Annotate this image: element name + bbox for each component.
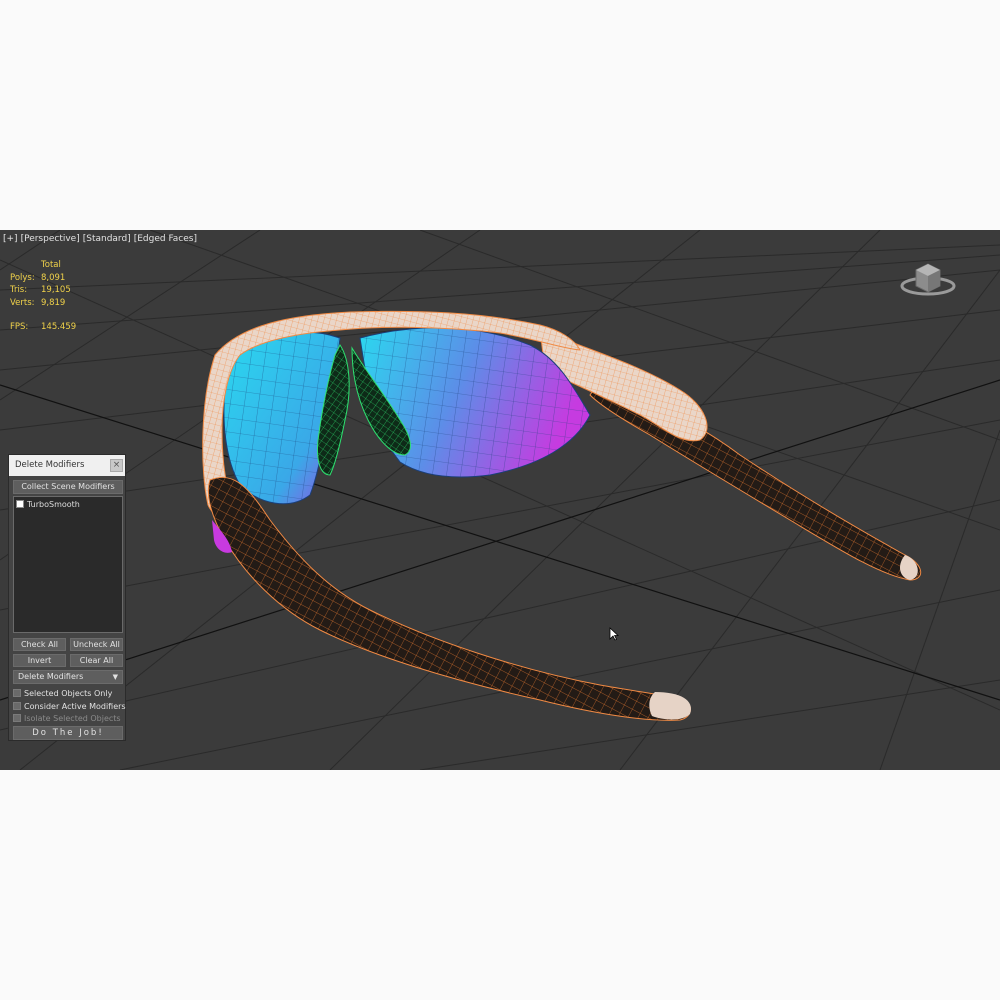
viewport-shading-standard[interactable]: [Standard] xyxy=(83,234,131,244)
option-label: Selected Objects Only xyxy=(24,688,113,698)
mouse-pointer-icon xyxy=(609,627,619,641)
stats-row-tris: Tris: 19,105 xyxy=(10,285,71,295)
option-label: Isolate Selected Objects xyxy=(24,713,121,723)
list-item-turbosmooth[interactable]: TurboSmooth xyxy=(14,498,122,510)
viewcube-icon[interactable] xyxy=(898,256,958,300)
option-label: Consider Active Modifiers xyxy=(24,701,126,711)
option-consider-active-modifiers[interactable]: Consider Active Modifiers xyxy=(13,700,126,712)
left-temple-arm xyxy=(207,476,691,721)
delete-modifiers-panel[interactable]: Delete Modifiers × Collect Scene Modifie… xyxy=(8,454,126,741)
mode-dropdown[interactable]: Delete Modifiers ▼ xyxy=(13,670,123,684)
option-isolate-selected-objects: Isolate Selected Objects xyxy=(13,712,121,724)
stats-row-fps: FPS: 145.459 xyxy=(10,322,77,332)
scene-statistics: Total Polys: 8,091 Tris: 19,105 Verts: 9,81… xyxy=(10,259,76,334)
chevron-down-icon[interactable]: ▼ xyxy=(113,671,118,683)
invert-button[interactable]: Invert xyxy=(13,654,66,667)
clear-all-button[interactable]: Clear All xyxy=(70,654,123,667)
consider-active-modifiers-checkbox[interactable] xyxy=(13,702,21,710)
viewport-view-perspective[interactable]: [Perspective] xyxy=(21,234,80,244)
check-all-button[interactable]: Check All xyxy=(13,638,66,651)
modifier-list[interactable]: TurboSmooth xyxy=(13,496,123,633)
collect-scene-modifiers-button[interactable]: Collect Scene Modifiers xyxy=(13,480,123,494)
selected-objects-only-checkbox[interactable] xyxy=(13,689,21,697)
option-selected-objects-only[interactable]: Selected Objects Only xyxy=(13,687,112,699)
uncheck-all-button[interactable]: Uncheck All xyxy=(70,638,123,651)
mode-dropdown-value: Delete Modifiers xyxy=(18,672,84,681)
list-item-label: TurboSmooth xyxy=(27,499,80,509)
viewport-label[interactable]: [+] [Perspective] [Standard] [Edged Faces] xyxy=(3,234,200,244)
viewport-edged-faces[interactable]: [Edged Faces] xyxy=(134,234,197,244)
bottom-padding xyxy=(0,770,1000,1000)
close-icon[interactable]: × xyxy=(110,459,123,472)
do-the-job-button[interactable]: Do The Job! xyxy=(13,726,123,740)
perspective-viewport[interactable]: [+] [Perspective] [Standard] [Edged Faces] … xyxy=(0,230,1000,770)
isolate-selected-objects-checkbox xyxy=(13,714,21,722)
stats-row-polys: Polys: 8,091 xyxy=(10,272,66,283)
panel-title-bar[interactable]: Delete Modifiers × xyxy=(9,455,125,476)
viewport-menu-plus[interactable]: [+] xyxy=(3,234,18,244)
left-temple-tip xyxy=(649,692,691,720)
panel-title: Delete Modifiers xyxy=(15,460,85,470)
turbosmooth-checkbox[interactable] xyxy=(16,500,24,508)
stats-row-verts: Verts: 9,819 xyxy=(10,297,66,308)
top-padding xyxy=(0,0,1000,230)
stats-header: Total xyxy=(41,260,61,270)
scene-render[interactable] xyxy=(0,230,1000,770)
